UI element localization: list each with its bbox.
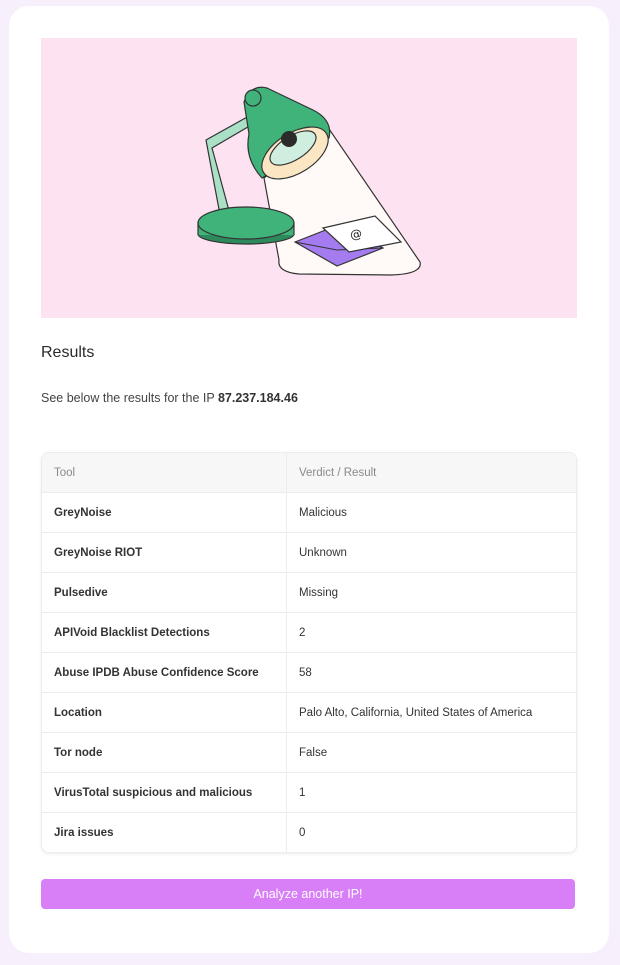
table-row: Location Palo Alto, California, United S…	[42, 692, 576, 733]
tool-cell: Pulsedive	[42, 572, 287, 613]
verdict-cell: 2	[286, 612, 576, 653]
verdict-cell: False	[286, 732, 576, 773]
results-intro: See below the results for the IP 87.237.…	[41, 391, 298, 405]
ip-address: 87.237.184.46	[217, 391, 298, 405]
table-row: VirusTotal suspicious and malicious 1	[42, 772, 576, 813]
tool-cell: VirusTotal suspicious and malicious	[42, 772, 287, 813]
table-row: GreyNoise Malicious	[42, 492, 576, 533]
analyze-another-ip-button[interactable]: Analyze another IP!	[41, 879, 575, 909]
verdict-cell: 58	[286, 652, 576, 693]
table-row: Tor node False	[42, 732, 576, 773]
table-row: Pulsedive Missing	[42, 572, 576, 613]
table-row: Abuse IPDB Abuse Confidence Score 58	[42, 652, 576, 693]
tool-cell: GreyNoise RIOT	[42, 532, 287, 573]
verdict-cell: 0	[299, 826, 306, 839]
table-row: APIVoid Blacklist Detections 2	[42, 612, 576, 653]
desk-lamp-eye-illustration: @	[197, 86, 421, 276]
results-card: @ Results See below the results for the …	[9, 6, 609, 953]
tool-cell: Location	[42, 692, 287, 733]
verdict-cell: Unknown	[286, 532, 576, 573]
verdict-cell: Palo Alto, California, United States of …	[286, 692, 576, 733]
tool-cell: GreyNoise	[42, 492, 287, 533]
results-table: Tool Verdict / Result GreyNoise Maliciou…	[41, 452, 577, 853]
results-title: Results	[41, 344, 95, 361]
verdict-cell: Missing	[286, 572, 576, 613]
tool-cell: APIVoid Blacklist Detections	[42, 612, 287, 653]
results-intro-text: See below the results for the IP	[41, 391, 218, 405]
verdict-cell: 1	[286, 772, 576, 813]
table-header-row: Tool Verdict / Result	[42, 453, 576, 493]
table-row: GreyNoise RIOT Unknown	[42, 532, 576, 573]
tool-cell: Abuse IPDB Abuse Confidence Score	[42, 652, 287, 693]
verdict-cell: Malicious	[286, 492, 576, 533]
hero-illustration: @	[41, 38, 577, 318]
tool-cell: Jira issues	[42, 812, 287, 852]
column-header-verdict: Verdict / Result	[286, 453, 576, 493]
table-row: Jira issues 0	[42, 812, 576, 852]
tool-cell: Tor node	[42, 732, 287, 773]
column-header-tool: Tool	[42, 453, 287, 493]
